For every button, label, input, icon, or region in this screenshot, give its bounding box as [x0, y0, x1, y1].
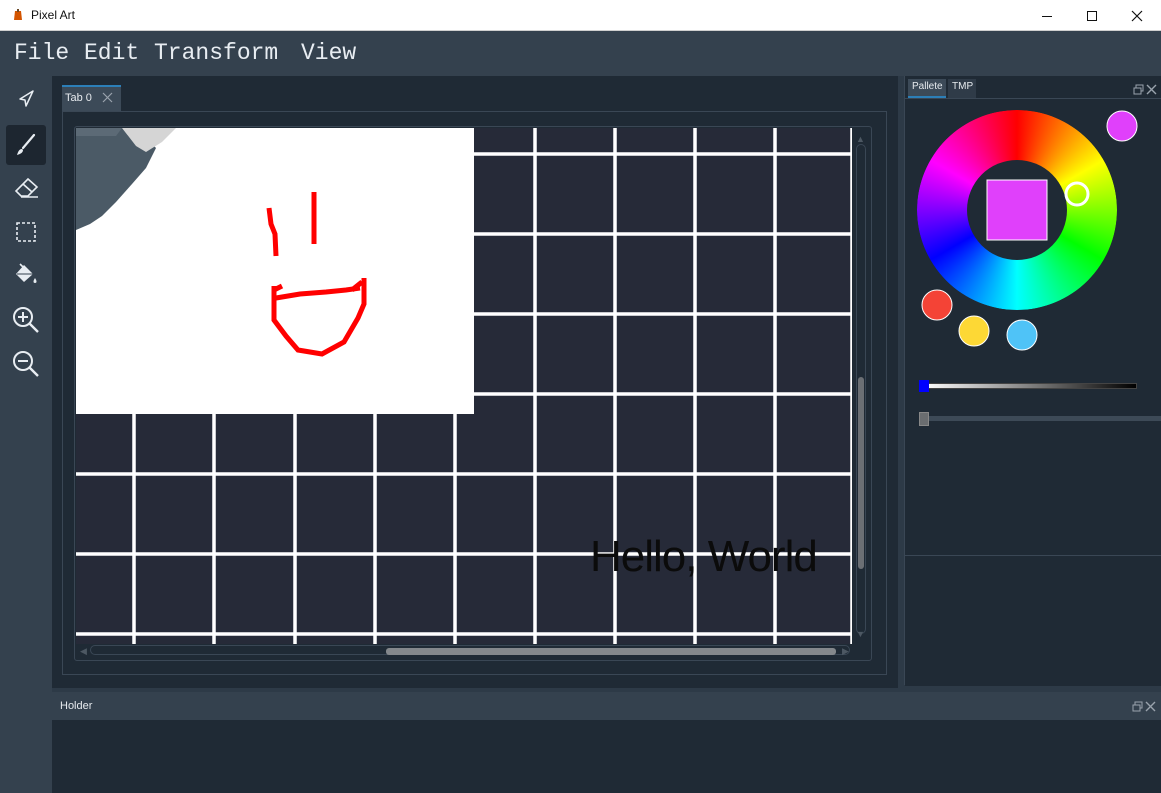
alpha-slider[interactable] — [921, 416, 1161, 421]
drawing-canvas[interactable]: Hello, World — [76, 128, 852, 644]
swatch-yellow[interactable] — [958, 315, 990, 347]
scroll-up-arrow[interactable]: ▲ — [856, 134, 865, 144]
close-icon — [1131, 10, 1143, 21]
minimize-icon — [1042, 15, 1052, 17]
swatch-blue[interactable] — [1006, 319, 1038, 351]
zoom-in-tool[interactable] — [6, 300, 46, 340]
scroll-left-arrow[interactable]: ◀ — [80, 646, 87, 657]
minimize-button[interactable] — [1024, 0, 1070, 31]
scroll-right-arrow[interactable]: ▶ — [842, 646, 849, 657]
select-rect-icon — [16, 222, 36, 242]
brush-tool[interactable] — [6, 125, 46, 165]
float-icon[interactable] — [1133, 84, 1144, 95]
canvas-drawing — [76, 128, 367, 357]
select-tool[interactable] — [6, 212, 46, 252]
dock-controls — [1132, 701, 1156, 712]
brush-icon — [17, 133, 36, 155]
holder-dock: Holder — [52, 692, 1161, 793]
zoom-out-tool[interactable] — [6, 344, 46, 384]
tool-bar — [0, 76, 52, 793]
canvas-text: Hello, World — [590, 532, 818, 581]
horizontal-scroll-thumb[interactable] — [386, 648, 836, 655]
value-slider[interactable] — [923, 383, 1137, 389]
menu-transform[interactable]: Transform — [154, 40, 278, 66]
vertical-scroll-thumb[interactable] — [858, 377, 864, 569]
title-bar: Pixel Art — [0, 0, 1161, 31]
eraser-icon — [14, 177, 39, 198]
palette-content — [905, 98, 1161, 556]
swatch-magenta[interactable] — [1106, 110, 1138, 142]
tab-label: Tab 0 — [65, 92, 92, 104]
menu-view[interactable]: View — [301, 40, 356, 66]
maximize-icon — [1087, 10, 1097, 21]
holder-title: Holder — [60, 700, 93, 712]
panel-controls — [1133, 84, 1157, 95]
menu-edit[interactable]: Edit — [84, 40, 139, 66]
pointer-icon — [19, 90, 34, 107]
document-area: Tab 0 Hello, World ▲ ▼ ◀ ▶ — [52, 76, 898, 688]
swatch-red[interactable] — [921, 289, 953, 321]
holder-header: Holder — [52, 692, 1161, 720]
palette-panel: Pallete TMP — [904, 76, 1161, 686]
canvas-image — [76, 128, 474, 414]
zoom-out-icon — [13, 351, 39, 377]
selected-color-square — [986, 179, 1048, 241]
window-title: Pixel Art — [31, 8, 76, 22]
close-tab-icon[interactable] — [102, 92, 113, 103]
close-button[interactable] — [1114, 0, 1160, 31]
fill-tool[interactable] — [6, 256, 46, 296]
panel-lower-area — [905, 555, 1161, 686]
tab-0[interactable]: Tab 0 — [62, 85, 121, 111]
tab-pallete[interactable]: Pallete — [908, 79, 946, 98]
maximize-button[interactable] — [1069, 0, 1115, 31]
scroll-down-arrow[interactable]: ▼ — [856, 629, 865, 639]
float-icon[interactable] — [1132, 701, 1143, 712]
menu-bar: File Edit Transform View — [0, 31, 1161, 76]
value-slider-handle[interactable] — [919, 380, 929, 392]
app-icon — [14, 9, 22, 20]
tab-tmp[interactable]: TMP — [948, 79, 977, 98]
menu-file[interactable]: File — [14, 40, 69, 66]
zoom-in-icon — [13, 307, 39, 333]
alpha-slider-handle[interactable] — [919, 412, 929, 426]
pointer-tool[interactable] — [6, 79, 46, 119]
close-icon[interactable] — [1145, 701, 1156, 712]
close-icon[interactable] — [1146, 84, 1157, 95]
color-wheel[interactable] — [905, 99, 1161, 399]
eraser-tool[interactable] — [6, 168, 46, 208]
paint-bucket-icon — [16, 263, 37, 283]
